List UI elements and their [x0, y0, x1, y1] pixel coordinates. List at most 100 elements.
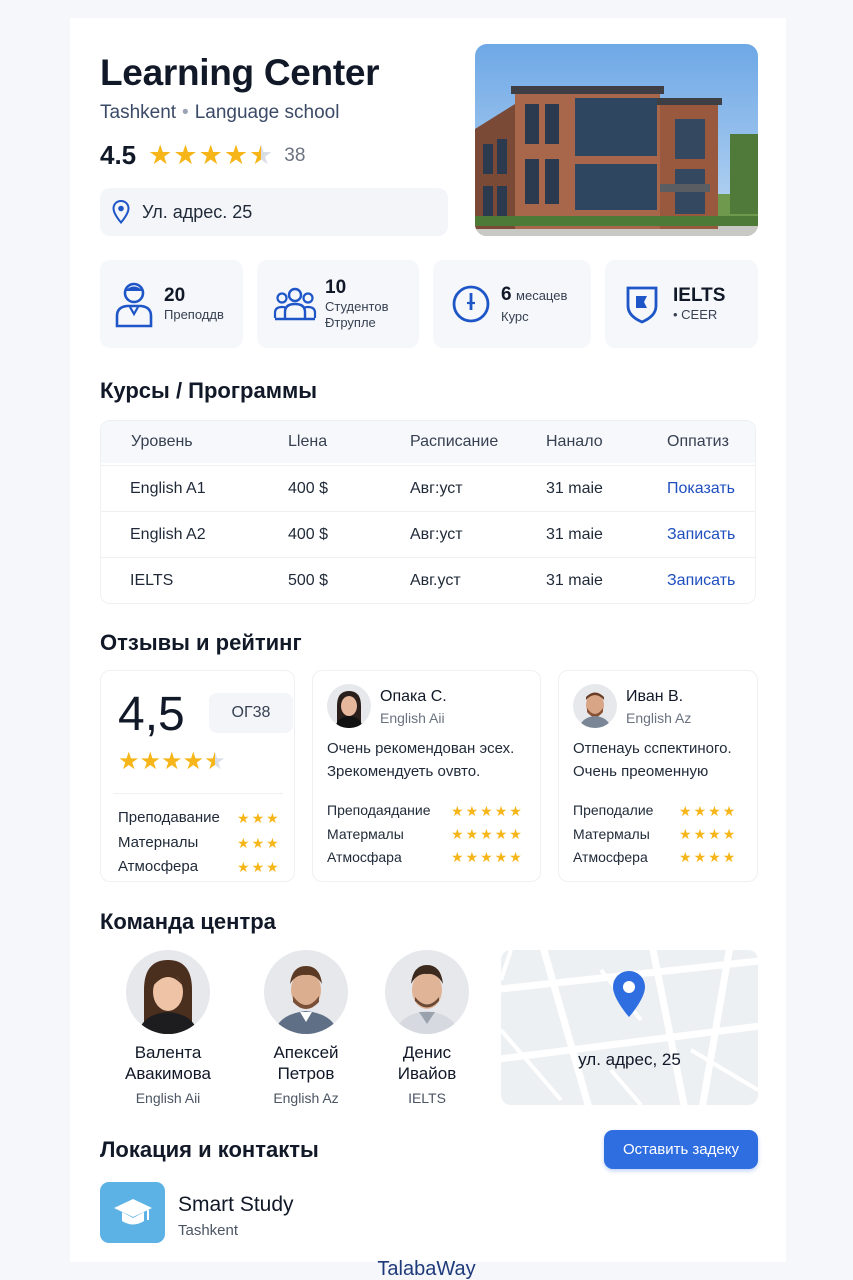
- criteria-label: Преподаядание: [327, 802, 431, 818]
- course-level: IELTS: [130, 572, 174, 589]
- criteria-stars: ★ ★ ★ ★: [679, 803, 736, 819]
- team-member-photo: [385, 950, 469, 1034]
- table-row: English A1 400 $ Авг:уст 31 maie Показат…: [101, 465, 755, 511]
- rating-value: 4.5: [100, 140, 137, 170]
- stat-students: 10 Студентов Ðтрупле: [257, 260, 419, 348]
- contacts-heading: Локация и контакты: [100, 1137, 319, 1162]
- stat-label: Курс: [501, 308, 529, 324]
- criteria-label: Преподавание: [118, 809, 220, 826]
- course-level: English A1: [130, 480, 206, 497]
- location-pin-icon: [112, 200, 130, 224]
- column-header: Расписание: [410, 433, 499, 450]
- review-text: Зрекомендуеть ovвто.: [327, 763, 481, 780]
- stat-label: Преподдв: [164, 307, 224, 322]
- star-icon: ★: [139, 748, 162, 775]
- address-box[interactable]: Ул. адрес. 25: [100, 188, 448, 236]
- review-card: Опака С. English Aii Очень рекомендован …: [312, 670, 541, 882]
- brand-name: Smart Study: [178, 1193, 294, 1216]
- team-member-name: Валента Авакимова: [124, 1043, 211, 1083]
- criteria-label: Атмосфара: [327, 849, 402, 865]
- course-level: English A2: [130, 526, 206, 543]
- center-type: Language school: [194, 102, 340, 123]
- map-address-label: ул. адрес, 25: [578, 1050, 681, 1069]
- overall-rating-value: 4,5: [118, 688, 185, 741]
- course-schedule: Авг.уст: [410, 572, 461, 589]
- star-icon: ★: [223, 140, 249, 170]
- overall-stars: ★ ★ ★ ★ ★: [118, 747, 226, 776]
- avatar: [573, 684, 617, 728]
- header-rating: 4.5 ★ ★ ★ ★ ★ 38: [100, 140, 305, 171]
- criteria-stars: ★ ★ ★ ★: [679, 849, 736, 865]
- reviewer-course: English Az: [626, 710, 692, 726]
- table-row: IELTS 500 $ Авг.уст 31 maie Записать: [101, 557, 755, 603]
- courses-table: Уровень Lleна Расписание Нанало Оппатиз …: [100, 420, 756, 604]
- table-header: Уровень Lleна Расписание Нанало Оппатиз: [101, 421, 755, 463]
- criteria-label: Преподалие: [573, 802, 654, 818]
- leave-request-button[interactable]: Оставить задеку: [604, 1130, 758, 1169]
- stat-label-line2: Ðтрупле: [325, 315, 376, 330]
- course-action-link[interactable]: Записать: [667, 526, 735, 544]
- reviewer-name: Опака С.: [380, 688, 447, 705]
- center-city: Tashkent: [100, 102, 177, 123]
- rating-stars: ★ ★ ★ ★ ★: [148, 140, 274, 171]
- map-pin-icon: [613, 971, 645, 1017]
- course-start: 31 maie: [546, 480, 603, 497]
- course-price: 500 $: [288, 572, 329, 589]
- column-header: Lleна: [288, 433, 328, 450]
- criteria-label: Матерналы: [118, 834, 199, 851]
- team-member-name: Апексей Петров: [273, 1043, 339, 1083]
- criteria-label: Матермалы: [327, 826, 404, 842]
- location-map[interactable]: ул. адрес, 25: [501, 950, 758, 1105]
- brand-city: Tashkent: [178, 1222, 239, 1239]
- star-icon: ★: [182, 748, 205, 775]
- half-star-icon: ★: [204, 748, 226, 775]
- criteria-label: Атмосфера: [118, 858, 199, 875]
- team-member-role: English Aii: [135, 1090, 201, 1106]
- half-star-icon: ★: [249, 140, 274, 170]
- team-heading: Команда центра: [100, 909, 276, 934]
- page-card: Learning Center Tashkent • Language school…: [70, 18, 786, 1262]
- column-header: Уровень: [131, 433, 193, 450]
- star-icon: ★: [148, 140, 173, 170]
- criteria-stars: ★ ★ ★ ★: [679, 826, 736, 842]
- group-icon: [273, 287, 317, 321]
- criteria-stars: ★ ★ ★: [237, 835, 279, 851]
- course-start: 31 maie: [546, 526, 603, 543]
- building-photo: [475, 44, 758, 236]
- team-member-photo: [264, 950, 348, 1034]
- column-header: Оппатиз: [667, 433, 729, 450]
- review-card: Иван В. English Az Отпенауь сспектиного.…: [558, 670, 758, 882]
- review-text: Отпенауь сспектиного.: [573, 740, 732, 757]
- reviewer-course: English Aii: [380, 710, 445, 726]
- shield-icon: [626, 286, 658, 324]
- stat-value: 20: [164, 285, 186, 306]
- stat-value: 10: [325, 277, 347, 298]
- divider: [113, 793, 283, 794]
- stat-teachers: 20 Преподдв: [100, 260, 243, 348]
- reviews-heading: Отзывы и рейтинг: [100, 630, 302, 655]
- stat-value: 6: [501, 283, 512, 305]
- overall-rating-card: 4,5 ОГ38 ★ ★ ★ ★ ★ Преподавание ★ ★ ★ Мате…: [100, 670, 295, 882]
- stat-label: • CEER: [673, 307, 718, 322]
- team-member-role: IELTS: [408, 1090, 446, 1106]
- stat-value-suffix: месацев: [516, 287, 568, 303]
- criteria-label: Матермалы: [573, 826, 650, 842]
- team-member-role: English Az: [273, 1090, 339, 1106]
- criteria-stars: ★ ★ ★ ★ ★: [451, 803, 522, 819]
- criteria-stars: ★ ★ ★ ★ ★: [451, 849, 522, 865]
- stat-duration: 6 месацев Курс: [433, 260, 591, 348]
- criteria-stars: ★ ★ ★ ★ ★: [451, 826, 522, 842]
- course-schedule: Авг:уст: [410, 526, 463, 543]
- separator-dot: •: [182, 102, 189, 123]
- course-action-link[interactable]: Записать: [667, 572, 735, 590]
- course-action-link[interactable]: Показать: [667, 480, 735, 498]
- teacher-icon: [115, 282, 153, 328]
- course-price: 400 $: [288, 480, 329, 497]
- course-schedule: Авг:уст: [410, 480, 463, 497]
- reviewer-name: Иван В.: [626, 688, 684, 705]
- course-start: 31 maie: [546, 572, 603, 589]
- footer-brand: TalabaWay: [377, 1258, 476, 1280]
- stat-value: IELTS: [673, 285, 726, 306]
- review-count-badge: ОГ38: [209, 693, 293, 733]
- brand-logo: [100, 1182, 165, 1243]
